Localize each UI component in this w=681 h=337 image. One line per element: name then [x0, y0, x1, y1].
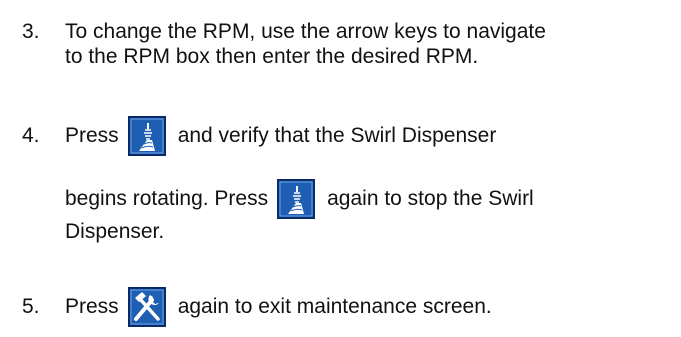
step-5-line-1: Press again to exit maintenance screen. — [65, 287, 492, 327]
step-4-verify-text: and verify that the Swirl Dispenser — [177, 124, 497, 147]
swirl-dispenser-button-2[interactable] — [277, 179, 316, 219]
step-4-line-1: Press and verify that the Swirl Dispense… — [65, 116, 496, 156]
step-3-line-1: To change the RPM, use the arrow keys to… — [65, 20, 546, 43]
step-5-number: 5. — [22, 295, 40, 318]
step-5-press-text: Press — [65, 295, 119, 318]
step-4-number: 4. — [22, 124, 40, 147]
step-3-number: 3. — [22, 20, 40, 43]
step-4-begins-text: begins rotating. Press — [65, 187, 269, 210]
maintenance-button[interactable] — [127, 287, 166, 327]
swirl-dispenser-icon — [127, 116, 166, 156]
swirl-dispenser-icon — [277, 179, 316, 219]
step-3-line-2: to the RPM box then enter the desired RP… — [65, 45, 479, 68]
swirl-dispenser-button[interactable] — [127, 116, 166, 156]
maintenance-tools-icon — [127, 287, 166, 327]
step-4-stop-text: again to stop the Swirl — [327, 187, 534, 210]
step-4-line-3: Dispenser. — [65, 220, 165, 243]
step-4-press-text: Press — [65, 124, 119, 147]
step-4-line-2: begins rotating. Press again to stop the… — [65, 179, 534, 219]
step-5-exit-text: again to exit maintenance screen. — [177, 295, 492, 318]
